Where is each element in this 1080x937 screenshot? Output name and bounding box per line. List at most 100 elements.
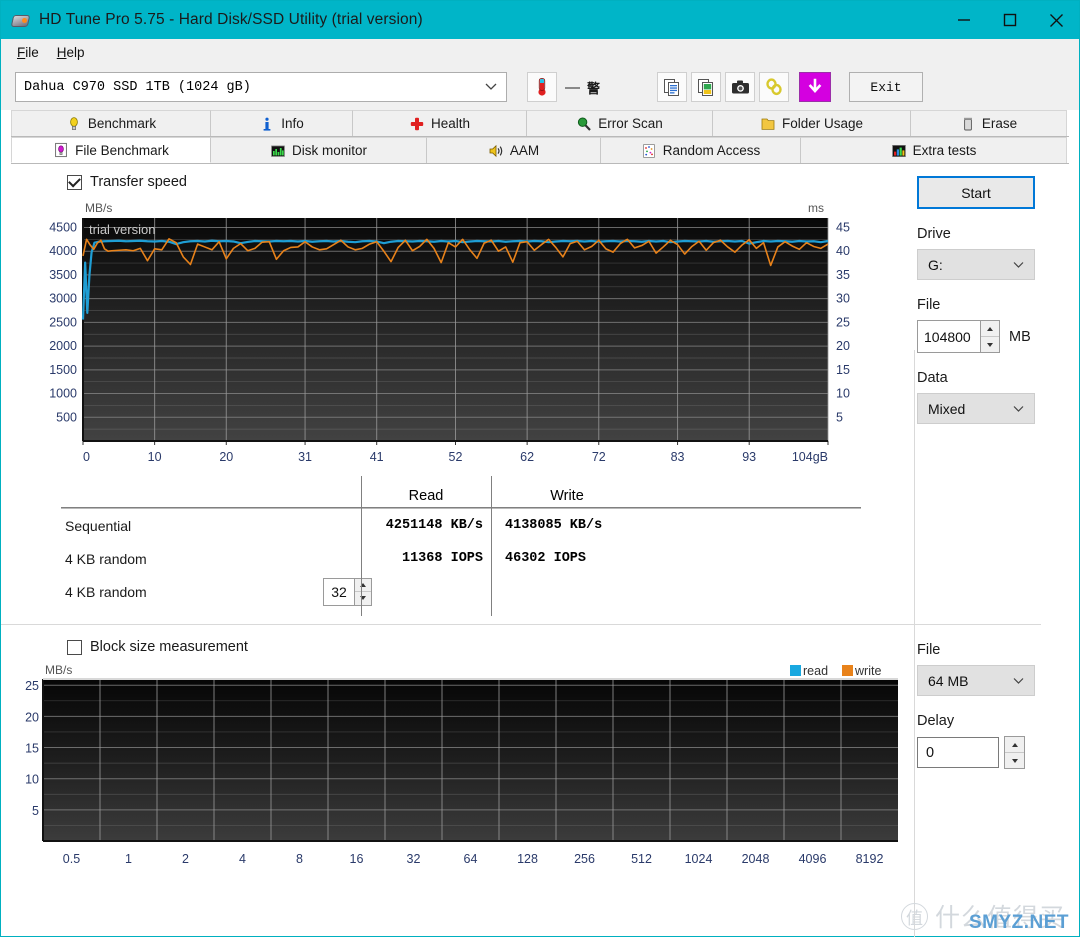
thermometer-icon (533, 77, 551, 97)
file-size-down-button[interactable] (981, 337, 999, 352)
file-size-up-button[interactable] (981, 321, 999, 337)
data-pattern-value: Mixed (928, 401, 965, 417)
right-column: Start Drive G: File 104800 MB Data (909, 164, 1079, 936)
drive-combobox[interactable]: Dahua C970 SSD 1TB (1024 gB) (15, 72, 507, 102)
results-header-write: Write (491, 488, 633, 504)
svg-text:512: 512 (631, 852, 652, 866)
section-divider (1, 624, 1041, 625)
tab-erase[interactable]: Erase (911, 110, 1067, 136)
tab-disk-monitor[interactable]: Disk monitor (211, 137, 427, 163)
tab-error-scan[interactable]: Error Scan (527, 110, 713, 136)
row-write-sequential: 4138085 KB/s (491, 518, 633, 533)
caret-up-icon (1012, 743, 1018, 747)
tab-row-2: File Benchmark Disk monitor AAM (11, 137, 1069, 164)
row-label-sequential: Sequential (61, 518, 323, 534)
queue-depth-down-button[interactable] (355, 592, 371, 605)
queue-depth-up-button[interactable] (355, 579, 371, 593)
svg-text:write: write (854, 664, 881, 678)
tab-health-label: Health (431, 116, 470, 131)
menu-bar: File Help (1, 39, 1079, 66)
delay-up-button[interactable] (1005, 737, 1024, 753)
svg-text:20: 20 (25, 710, 39, 724)
svg-text:15: 15 (836, 363, 850, 377)
tab-file-benchmark[interactable]: File Benchmark (11, 137, 211, 163)
svg-text:5: 5 (32, 804, 39, 818)
close-button[interactable] (1033, 1, 1079, 39)
speaker-icon (488, 143, 504, 159)
svg-text:4000: 4000 (49, 244, 77, 258)
svg-text:31: 31 (298, 450, 312, 464)
temperature-button[interactable] (527, 72, 557, 102)
link-button[interactable] (759, 72, 789, 102)
start-button[interactable]: Start (917, 176, 1035, 209)
svg-text:256: 256 (574, 852, 595, 866)
svg-text:41: 41 (370, 450, 384, 464)
exit-button[interactable]: Exit (849, 72, 923, 102)
transfer-speed-checkbox[interactable] (67, 175, 82, 190)
exit-button-label: Exit (870, 80, 901, 95)
tab-folder-usage[interactable]: Folder Usage (713, 110, 911, 136)
drive-select[interactable]: G: (917, 249, 1035, 280)
svg-text:30: 30 (836, 292, 850, 306)
row-read-sequential: 4251148 KB/s (361, 518, 491, 533)
tab-benchmark[interactable]: Benchmark (11, 110, 211, 136)
delay-down-button[interactable] (1005, 753, 1024, 768)
delay-stepper[interactable] (1004, 736, 1025, 769)
tab-aam-label: AAM (510, 143, 539, 158)
svg-text:ms: ms (808, 201, 824, 215)
row-label-4kb-random-queue: 4 KB random (61, 584, 323, 600)
transfer-speed-label: Transfer speed (90, 174, 187, 190)
tab-random-access-label: Random Access (663, 143, 761, 158)
row-read-4kb-random: 11368 IOPS (361, 551, 491, 566)
svg-text:62: 62 (520, 450, 534, 464)
svg-text:64: 64 (464, 852, 478, 866)
menu-file[interactable]: File (9, 42, 49, 63)
results-table: Read Write Sequential 4251148 KB/s 41380… (61, 476, 861, 608)
folder-icon (760, 116, 776, 132)
tab-benchmark-label: Benchmark (88, 116, 156, 131)
main-content: Transfer speed MB/sms5001000150020002500… (1, 164, 1079, 936)
file-size-stepper[interactable]: 104800 (917, 320, 1000, 353)
svg-text:1: 1 (125, 852, 132, 866)
svg-text:3500: 3500 (49, 268, 77, 282)
data-pattern-select[interactable]: Mixed (917, 393, 1035, 424)
block-file-label: File (917, 642, 1079, 658)
hdtune-window: HD Tune Pro 5.75 - Hard Disk/SSD Utility… (0, 0, 1080, 937)
temperature-group: — 警 (523, 72, 599, 102)
tab-row-1: Benchmark Info Health (11, 110, 1069, 137)
svg-text:128: 128 (517, 852, 538, 866)
tab-aam[interactable]: AAM (427, 137, 601, 163)
minimize-button[interactable] (941, 1, 987, 39)
svg-text:0.5: 0.5 (63, 852, 80, 866)
maximize-button[interactable] (987, 1, 1033, 39)
delay-input[interactable]: 0 (917, 737, 999, 768)
svg-text:10: 10 (836, 387, 850, 401)
svg-text:93: 93 (742, 450, 756, 464)
svg-text:1024: 1024 (685, 852, 713, 866)
tab-random-access[interactable]: Random Access (601, 137, 801, 163)
close-icon (1049, 13, 1064, 28)
tab-extra-tests[interactable]: Extra tests (801, 137, 1067, 163)
screenshot-button[interactable] (725, 72, 755, 102)
tab-health[interactable]: Health (353, 110, 527, 136)
svg-text:35: 35 (836, 268, 850, 282)
chevron-down-icon (485, 83, 497, 91)
svg-text:32: 32 (407, 852, 421, 866)
bar-chart-icon (270, 143, 286, 159)
menu-help[interactable]: Help (49, 42, 95, 63)
copy-image-button[interactable] (691, 72, 721, 102)
download-button[interactable] (799, 72, 831, 102)
block-size-checkbox[interactable] (67, 640, 82, 655)
block-size-label: Block size measurement (90, 639, 248, 655)
block-file-select[interactable]: 64 MB (917, 665, 1035, 696)
svg-text:4096: 4096 (799, 852, 827, 866)
svg-text:83: 83 (671, 450, 685, 464)
tab-file-benchmark-label: File Benchmark (75, 143, 169, 158)
results-header-row: Read Write (61, 476, 861, 504)
chevron-down-icon (1013, 261, 1024, 268)
tab-info[interactable]: Info (211, 110, 353, 136)
queue-depth-stepper[interactable]: 32 (323, 578, 372, 606)
svg-text:2048: 2048 (742, 852, 770, 866)
copy-text-button[interactable] (657, 72, 687, 102)
transfer-speed-chart: MB/sms5001000150020002500300035004000450… (23, 196, 909, 466)
